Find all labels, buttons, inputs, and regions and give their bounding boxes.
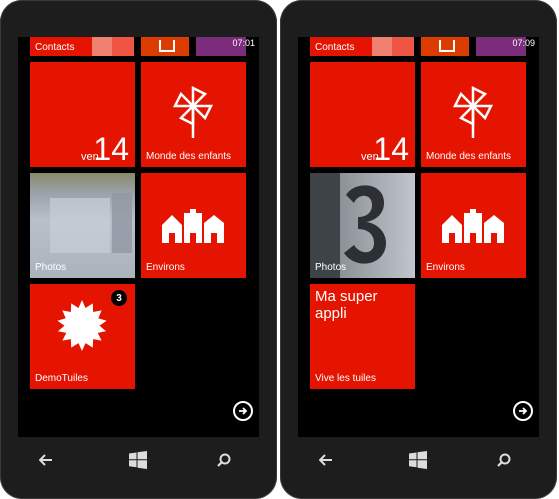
photos-label: Photos bbox=[315, 262, 347, 273]
contacts-tile[interactable]: Contacts bbox=[310, 37, 414, 56]
sun-burst-icon bbox=[57, 300, 107, 351]
photos-tile[interactable]: Photos bbox=[310, 173, 415, 278]
back-arrow-icon bbox=[319, 454, 332, 466]
hardware-nav-left bbox=[0, 445, 277, 475]
back-button[interactable] bbox=[26, 445, 66, 475]
app-tile-title: Ma super appli bbox=[315, 288, 378, 322]
kids-corner-tile[interactable]: Monde des enfants bbox=[421, 62, 526, 167]
search-button[interactable] bbox=[484, 445, 524, 475]
demo-label: DemoTuiles bbox=[35, 373, 88, 384]
my-app-tile[interactable]: Ma super appli Vive les tuiles bbox=[310, 284, 415, 389]
nearby-tile[interactable]: Environs bbox=[141, 173, 246, 278]
back-button[interactable] bbox=[306, 445, 346, 475]
photos-label: Photos bbox=[35, 262, 67, 273]
start-button[interactable] bbox=[398, 445, 438, 475]
contacts-label: Contacts bbox=[35, 42, 75, 53]
hardware-nav-right bbox=[280, 445, 557, 475]
kids-label: Monde des enfants bbox=[426, 151, 512, 162]
start-button[interactable] bbox=[118, 445, 158, 475]
back-arrow-icon bbox=[39, 454, 52, 466]
nearby-label: Environs bbox=[426, 262, 465, 273]
calendar-tile[interactable]: ven. 14 bbox=[30, 62, 135, 167]
contacts-label: Contacts bbox=[315, 42, 355, 53]
all-apps-button[interactable] bbox=[233, 401, 253, 421]
arrow-right-circle-icon bbox=[519, 407, 528, 415]
status-time: 07:09 bbox=[512, 38, 535, 48]
arrow-right-circle-icon bbox=[239, 407, 248, 415]
contacts-tile[interactable]: Contacts bbox=[30, 37, 134, 56]
calendar-tile[interactable]: ven. 14 bbox=[310, 62, 415, 167]
app-tile-label: Vive les tuiles bbox=[315, 373, 376, 384]
houses-icon bbox=[162, 209, 224, 243]
pinwheel-icon bbox=[172, 85, 214, 138]
office-tile[interactable] bbox=[141, 37, 189, 56]
kids-label: Monde des enfants bbox=[146, 151, 232, 162]
phone-left: Contacts 07:01 ven. 14 Monde des enfants… bbox=[0, 0, 277, 499]
houses-icon bbox=[442, 209, 504, 243]
search-icon bbox=[217, 453, 231, 467]
photos-tile[interactable]: Photos bbox=[30, 173, 135, 278]
all-apps-button[interactable] bbox=[513, 401, 533, 421]
start-screen-left: Contacts 07:01 ven. 14 Monde des enfants… bbox=[18, 37, 259, 437]
pinwheel-icon bbox=[452, 85, 494, 138]
start-screen-right: Contacts 07:09 ven. 14 Monde des enfants bbox=[298, 37, 539, 437]
phone-right: Contacts 07:09 ven. 14 Monde des enfants bbox=[280, 0, 557, 499]
nearby-tile[interactable]: Environs bbox=[421, 173, 526, 278]
notification-badge: 3 bbox=[111, 290, 127, 306]
windows-logo-icon bbox=[409, 451, 427, 469]
demo-tile[interactable]: 3 DemoTuiles bbox=[30, 284, 135, 389]
calendar-date: 14 bbox=[373, 131, 409, 167]
calendar-date: 14 bbox=[93, 131, 129, 167]
nearby-label: Environs bbox=[146, 262, 185, 273]
office-tile[interactable] bbox=[421, 37, 469, 56]
windows-logo-icon bbox=[129, 451, 147, 469]
kids-corner-tile[interactable]: Monde des enfants bbox=[141, 62, 246, 167]
photo-number-three bbox=[344, 185, 386, 264]
status-time: 07:01 bbox=[232, 38, 255, 48]
search-icon bbox=[497, 453, 511, 467]
search-button[interactable] bbox=[204, 445, 244, 475]
